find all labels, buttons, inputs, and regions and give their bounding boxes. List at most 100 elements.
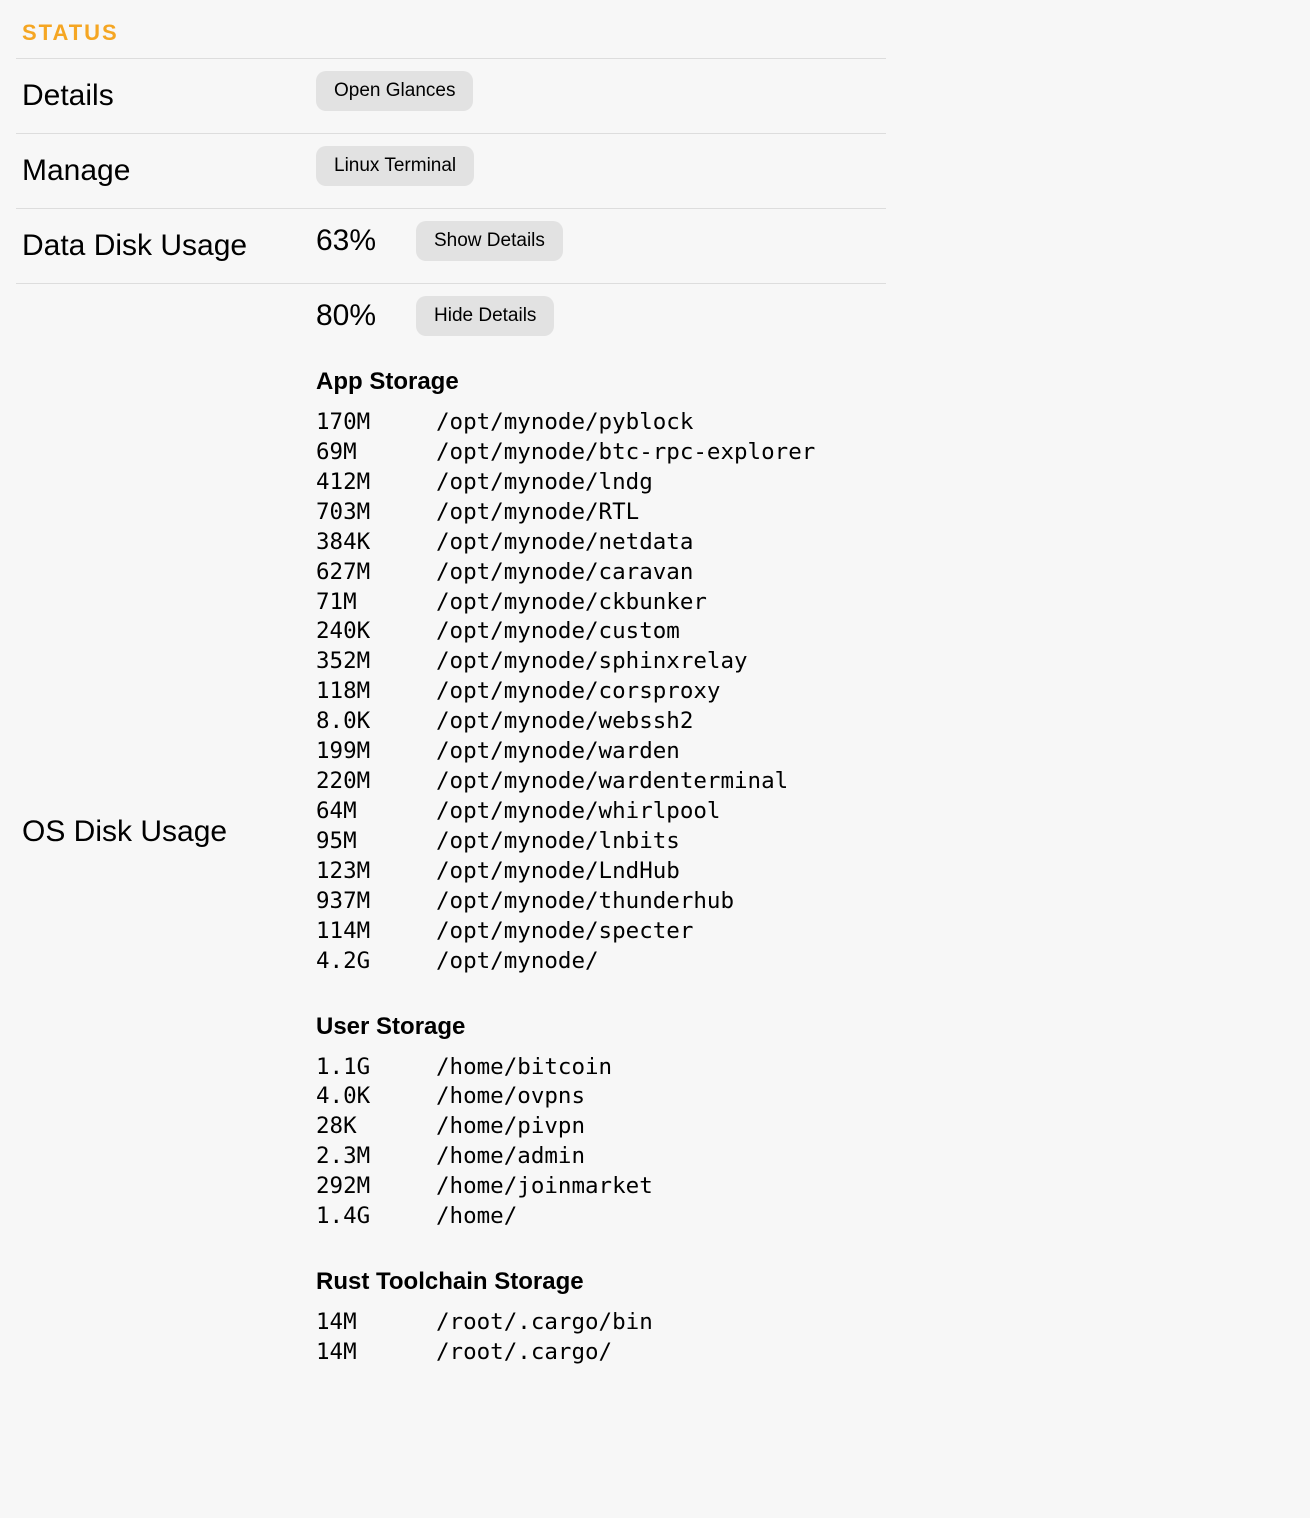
- storage-size: 14M: [316, 1338, 436, 1368]
- status-section-header: STATUS: [16, 20, 886, 46]
- storage-size: 123M: [316, 857, 436, 887]
- storage-row: 1.1G/home/bitcoin: [316, 1053, 886, 1083]
- storage-size: 220M: [316, 767, 436, 797]
- user-storage-listing: 1.1G/home/bitcoin4.0K/home/ovpns28K/home…: [316, 1053, 886, 1233]
- storage-path: /opt/mynode/thunderhub: [436, 887, 734, 917]
- storage-row: 4.2G/opt/mynode/: [316, 947, 886, 977]
- storage-path: /opt/mynode/pyblock: [436, 408, 693, 438]
- storage-row: 220M/opt/mynode/wardenterminal: [316, 767, 886, 797]
- storage-size: 4.2G: [316, 947, 436, 977]
- user-storage-heading: User Storage: [316, 1013, 886, 1041]
- storage-path: /opt/mynode/whirlpool: [436, 797, 720, 827]
- data-disk-label: Data Disk Usage: [16, 209, 316, 283]
- storage-path: /opt/mynode/sphinxrelay: [436, 647, 748, 677]
- storage-row: 4.0K/home/ovpns: [316, 1082, 886, 1112]
- storage-row: 170M/opt/mynode/pyblock: [316, 408, 886, 438]
- os-disk-row: OS Disk Usage 80% Hide Details App Stora…: [16, 284, 886, 1380]
- storage-size: 170M: [316, 408, 436, 438]
- storage-row: 14M/root/.cargo/bin: [316, 1308, 886, 1338]
- status-table: Details Open Glances Manage Linux Termin…: [16, 58, 886, 1380]
- storage-size: 118M: [316, 677, 436, 707]
- storage-size: 703M: [316, 498, 436, 528]
- details-row: Details Open Glances: [16, 58, 886, 133]
- open-glances-button[interactable]: Open Glances: [316, 71, 473, 111]
- storage-path: /opt/mynode/RTL: [436, 498, 639, 528]
- storage-row: 118M/opt/mynode/corsproxy: [316, 677, 886, 707]
- storage-path: /opt/mynode/lndg: [436, 468, 653, 498]
- storage-path: /opt/mynode/btc-rpc-explorer: [436, 438, 815, 468]
- storage-row: 114M/opt/mynode/specter: [316, 917, 886, 947]
- app-storage-heading: App Storage: [316, 368, 886, 396]
- storage-path: /opt/mynode/wardenterminal: [436, 767, 788, 797]
- manage-label: Manage: [16, 134, 316, 208]
- app-storage-listing: 170M/opt/mynode/pyblock69M/opt/mynode/bt…: [316, 408, 886, 977]
- storage-row: 292M/home/joinmarket: [316, 1172, 886, 1202]
- storage-path: /opt/mynode/caravan: [436, 558, 693, 588]
- storage-path: /home/admin: [436, 1142, 585, 1172]
- storage-size: 412M: [316, 468, 436, 498]
- storage-size: 1.1G: [316, 1053, 436, 1083]
- storage-row: 8.0K/opt/mynode/webssh2: [316, 707, 886, 737]
- storage-path: /home/: [436, 1202, 517, 1232]
- os-disk-hide-details-button[interactable]: Hide Details: [416, 296, 554, 336]
- storage-row: 14M/root/.cargo/: [316, 1338, 886, 1368]
- data-disk-show-details-button[interactable]: Show Details: [416, 221, 563, 261]
- storage-size: 352M: [316, 647, 436, 677]
- manage-row: Manage Linux Terminal: [16, 133, 886, 208]
- rust-storage-listing: 14M/root/.cargo/bin14M/root/.cargo/: [316, 1308, 886, 1368]
- storage-row: 352M/opt/mynode/sphinxrelay: [316, 647, 886, 677]
- os-disk-percent: 80%: [316, 299, 392, 333]
- storage-path: /opt/mynode/specter: [436, 917, 693, 947]
- storage-size: 69M: [316, 438, 436, 468]
- storage-row: 384K/opt/mynode/netdata: [316, 528, 886, 558]
- os-disk-details: App Storage 170M/opt/mynode/pyblock69M/o…: [316, 368, 886, 1368]
- storage-size: 1.4G: [316, 1202, 436, 1232]
- storage-size: 199M: [316, 737, 436, 767]
- storage-row: 64M/opt/mynode/whirlpool: [316, 797, 886, 827]
- storage-row: 627M/opt/mynode/caravan: [316, 558, 886, 588]
- storage-row: 412M/opt/mynode/lndg: [316, 468, 886, 498]
- storage-path: /opt/mynode/webssh2: [436, 707, 693, 737]
- storage-path: /opt/mynode/custom: [436, 617, 680, 647]
- storage-path: /root/.cargo/bin: [436, 1308, 653, 1338]
- storage-size: 95M: [316, 827, 436, 857]
- storage-row: 95M/opt/mynode/lnbits: [316, 827, 886, 857]
- os-disk-label: OS Disk Usage: [22, 815, 227, 849]
- storage-size: 28K: [316, 1112, 436, 1142]
- storage-size: 64M: [316, 797, 436, 827]
- storage-path: /opt/mynode/lnbits: [436, 827, 680, 857]
- storage-path: /home/ovpns: [436, 1082, 585, 1112]
- storage-size: 240K: [316, 617, 436, 647]
- storage-size: 384K: [316, 528, 436, 558]
- storage-row: 199M/opt/mynode/warden: [316, 737, 886, 767]
- storage-size: 14M: [316, 1308, 436, 1338]
- storage-size: 8.0K: [316, 707, 436, 737]
- storage-path: /root/.cargo/: [436, 1338, 612, 1368]
- storage-path: /home/pivpn: [436, 1112, 585, 1142]
- storage-row: 937M/opt/mynode/thunderhub: [316, 887, 886, 917]
- storage-path: /opt/mynode/LndHub: [436, 857, 680, 887]
- storage-size: 114M: [316, 917, 436, 947]
- details-label: Details: [16, 59, 316, 133]
- storage-size: 71M: [316, 588, 436, 618]
- storage-path: /home/joinmarket: [436, 1172, 653, 1202]
- rust-storage-heading: Rust Toolchain Storage: [316, 1268, 886, 1296]
- storage-size: 2.3M: [316, 1142, 436, 1172]
- storage-row: 240K/opt/mynode/custom: [316, 617, 886, 647]
- data-disk-row: Data Disk Usage 63% Show Details: [16, 208, 886, 284]
- data-disk-percent: 63%: [316, 224, 392, 258]
- storage-path: /home/bitcoin: [436, 1053, 612, 1083]
- linux-terminal-button[interactable]: Linux Terminal: [316, 146, 474, 186]
- storage-row: 123M/opt/mynode/LndHub: [316, 857, 886, 887]
- storage-row: 2.3M/home/admin: [316, 1142, 886, 1172]
- storage-row: 69M/opt/mynode/btc-rpc-explorer: [316, 438, 886, 468]
- storage-row: 1.4G/home/: [316, 1202, 886, 1232]
- storage-path: /opt/mynode/netdata: [436, 528, 693, 558]
- storage-row: 28K/home/pivpn: [316, 1112, 886, 1142]
- storage-size: 292M: [316, 1172, 436, 1202]
- storage-path: /opt/mynode/: [436, 947, 599, 977]
- storage-row: 71M/opt/mynode/ckbunker: [316, 588, 886, 618]
- storage-path: /opt/mynode/ckbunker: [436, 588, 707, 618]
- storage-path: /opt/mynode/warden: [436, 737, 680, 767]
- storage-size: 4.0K: [316, 1082, 436, 1112]
